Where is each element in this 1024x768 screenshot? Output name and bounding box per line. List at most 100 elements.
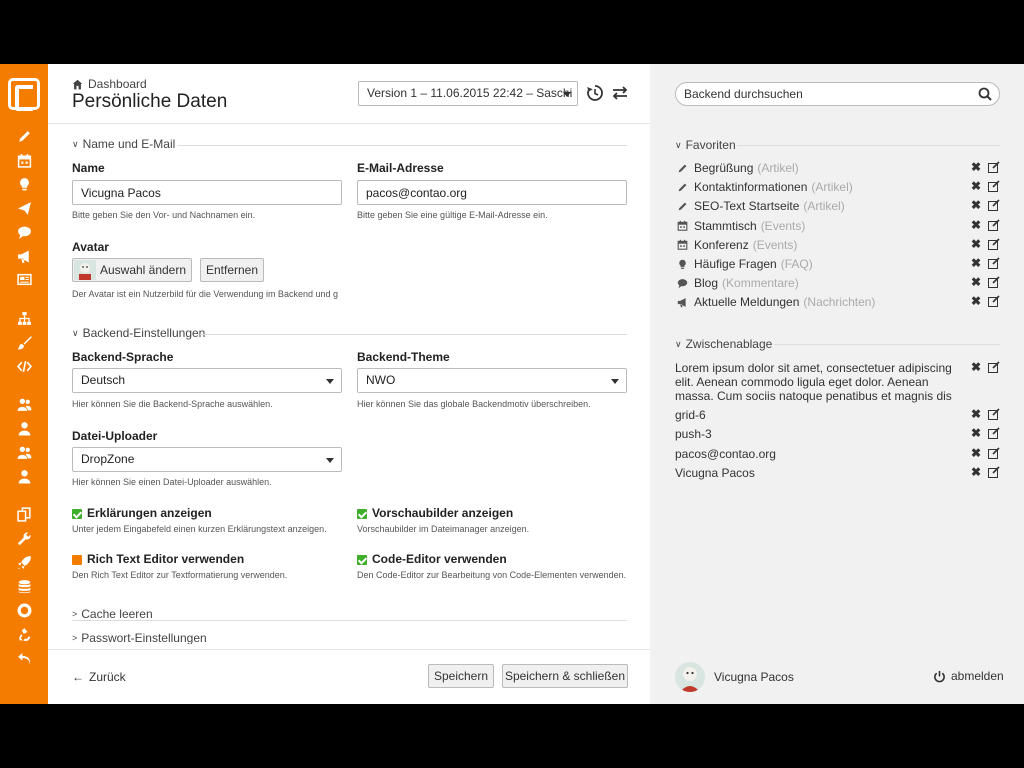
- brush-icon[interactable]: [14, 332, 34, 352]
- lightbulb-icon[interactable]: [14, 174, 34, 194]
- edit-icon[interactable]: [988, 295, 1000, 308]
- legend-backend[interactable]: ∨ Backend-Einstellungen: [72, 326, 205, 340]
- delete-icon[interactable]: ✖: [971, 466, 981, 478]
- rte-checkbox[interactable]: [72, 555, 82, 565]
- contao-logo[interactable]: [8, 78, 40, 111]
- newspaper-icon[interactable]: [14, 269, 34, 289]
- clipboard-item[interactable]: grid-6 ✖: [675, 407, 1000, 423]
- clipboard-item[interactable]: pacos@contao.org ✖: [675, 446, 1000, 462]
- switch-icon[interactable]: [611, 84, 629, 102]
- divider: [737, 145, 1000, 146]
- explanations-checkbox[interactable]: [72, 509, 82, 519]
- legend-cache[interactable]: > Cache leeren: [72, 607, 153, 621]
- edit-icon[interactable]: [988, 161, 1000, 173]
- edit-icon[interactable]: [988, 427, 1000, 440]
- delete-icon[interactable]: ✖: [971, 276, 981, 288]
- legend-password[interactable]: > Passwort-Einstellungen: [72, 631, 207, 644]
- clipboard-item-text[interactable]: Lorem ipsum dolor sit amet, consectetuer…: [675, 361, 960, 403]
- clipboard-label: Vicugna Pacos: [675, 465, 755, 480]
- edit-icon[interactable]: [988, 180, 1000, 193]
- logout-button[interactable]: abmelden: [933, 669, 1004, 683]
- edit-icon[interactable]: [988, 199, 1000, 212]
- footer: ← Zurück Speichern Speichern & schließen: [48, 649, 650, 704]
- favorite-meta: (Artikel): [757, 161, 799, 175]
- database-icon[interactable]: [14, 576, 34, 596]
- favorite-item[interactable]: Konferenz (Events) ✖: [675, 237, 1000, 253]
- lifebuoy-icon[interactable]: [14, 600, 34, 620]
- clipboard-item[interactable]: Vicugna Pacos ✖: [675, 465, 1000, 481]
- clipboard-item[interactable]: push-3 ✖: [675, 426, 1000, 442]
- search-input[interactable]: Backend durchsuchen: [675, 82, 1000, 106]
- avatar-change-button[interactable]: Auswahl ändern: [72, 258, 192, 282]
- delete-icon[interactable]: ✖: [971, 427, 981, 439]
- paper-plane-icon[interactable]: [14, 198, 34, 218]
- email-input[interactable]: [357, 180, 627, 205]
- version-select[interactable]: Version 1 – 11.06.2015 22:42 – Saschi: [358, 81, 578, 106]
- undo-icon[interactable]: [14, 648, 34, 668]
- favorite-item[interactable]: Stammtisch (Events) ✖: [675, 218, 1000, 234]
- edit-icon[interactable]: [988, 361, 1000, 373]
- delete-icon[interactable]: ✖: [971, 219, 981, 231]
- history-icon[interactable]: [586, 84, 604, 102]
- copy-icon[interactable]: [14, 504, 34, 524]
- back-link[interactable]: ← Zurück: [72, 670, 126, 684]
- theme-select[interactable]: NWO: [357, 368, 627, 393]
- avatar[interactable]: [675, 662, 705, 692]
- thumbnails-checkbox[interactable]: [357, 509, 367, 519]
- uploader-select[interactable]: DropZone: [72, 447, 342, 472]
- favorite-item[interactable]: Begrüßung (Artikel) ✖: [675, 160, 1000, 176]
- delete-icon[interactable]: ✖: [971, 161, 981, 173]
- delete-icon[interactable]: ✖: [971, 257, 981, 269]
- avatar-change-label: Auswahl ändern: [99, 263, 187, 277]
- sitemap-icon[interactable]: [14, 308, 34, 328]
- right-panel: Backend durchsuchen ∨ Favoriten Begrüßun…: [650, 64, 1024, 704]
- code-icon[interactable]: [14, 356, 34, 376]
- search-icon[interactable]: [978, 87, 992, 101]
- delete-icon[interactable]: ✖: [971, 408, 981, 420]
- edit-icon[interactable]: [14, 126, 34, 146]
- lang-label: Backend-Sprache: [72, 350, 174, 364]
- delete-icon[interactable]: ✖: [971, 295, 981, 307]
- favorites-legend[interactable]: ∨ Favoriten: [675, 138, 736, 152]
- edit-icon[interactable]: [988, 257, 1000, 269]
- favorite-item[interactable]: Kontaktinformationen (Artikel) ✖: [675, 179, 1000, 195]
- user-icon[interactable]: [14, 466, 34, 486]
- clipboard-legend[interactable]: ∨ Zwischenablage: [675, 337, 772, 351]
- edit-icon[interactable]: [988, 408, 1000, 420]
- edit-icon[interactable]: [988, 276, 1000, 289]
- code-editor-checkbox[interactable]: [357, 555, 367, 565]
- wrench-icon[interactable]: [14, 528, 34, 548]
- favorite-item[interactable]: SEO-Text Startseite (Artikel) ✖: [675, 198, 1000, 214]
- favorite-item[interactable]: Häufige Fragen (FAQ) ✖: [675, 256, 1000, 272]
- edit-icon[interactable]: [988, 466, 1000, 478]
- delete-icon[interactable]: ✖: [971, 199, 981, 211]
- comment-icon[interactable]: [14, 222, 34, 242]
- rocket-icon[interactable]: [14, 552, 34, 572]
- theme-value: NWO: [366, 373, 396, 387]
- delete-icon[interactable]: ✖: [971, 361, 981, 373]
- avatar-remove-button[interactable]: Entfernen: [200, 258, 264, 282]
- name-input[interactable]: [72, 180, 342, 205]
- users-icon[interactable]: [14, 394, 34, 414]
- lang-select[interactable]: Deutsch: [72, 368, 342, 393]
- user-icon[interactable]: [14, 418, 34, 438]
- delete-icon[interactable]: ✖: [971, 238, 981, 250]
- favorite-item[interactable]: Aktuelle Meldungen (Nachrichten) ✖: [675, 294, 1000, 310]
- save-button[interactable]: Speichern: [428, 664, 494, 688]
- edit-icon[interactable]: [988, 219, 1000, 231]
- edit-icon[interactable]: [988, 238, 1000, 250]
- delete-icon[interactable]: ✖: [971, 447, 981, 459]
- recycle-icon[interactable]: [14, 624, 34, 644]
- save-close-button[interactable]: Speichern & schließen: [502, 664, 628, 688]
- name-label: Name: [72, 161, 105, 175]
- thumbnails-label: Vorschaubilder anzeigen: [372, 506, 514, 520]
- rte-label: Rich Text Editor verwenden: [87, 552, 245, 566]
- breadcrumb[interactable]: Dashboard: [72, 77, 147, 91]
- bullhorn-icon[interactable]: [14, 246, 34, 266]
- favorite-item[interactable]: Blog (Kommentare) ✖: [675, 275, 1000, 291]
- calendar-icon[interactable]: [14, 150, 34, 170]
- delete-icon[interactable]: ✖: [971, 180, 981, 192]
- users-icon[interactable]: [14, 442, 34, 462]
- legend-name-email[interactable]: ∨ Name und E-Mail: [72, 137, 175, 151]
- edit-icon[interactable]: [988, 447, 1000, 459]
